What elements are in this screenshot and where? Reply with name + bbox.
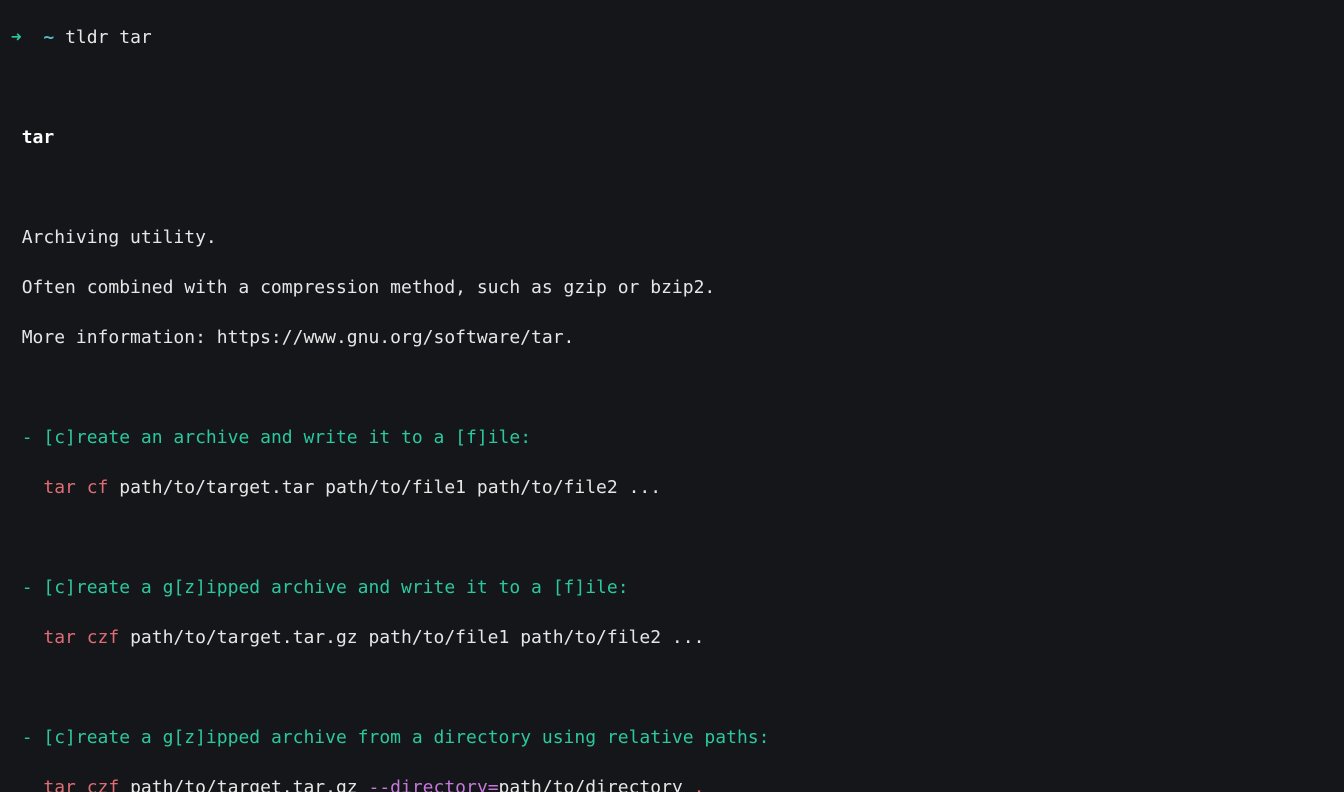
description-line: More information: https://www.gnu.org/so…: [0, 325, 1344, 350]
example-cmd: tar czf path/to/target.tar.gz --director…: [0, 775, 1344, 792]
prompt-cwd: ~: [43, 27, 54, 48]
example-cmd: tar czf path/to/target.tar.gz path/to/fi…: [0, 625, 1344, 650]
prompt-arrow-icon: ➜: [11, 27, 22, 48]
blank-line: [0, 525, 1344, 550]
example-desc: - [c]reate a g[z]ipped archive and write…: [0, 575, 1344, 600]
blank-line: [0, 375, 1344, 400]
page-title: tar: [0, 125, 1344, 150]
example-desc: - [c]reate an archive and write it to a …: [0, 425, 1344, 450]
blank-line: [0, 75, 1344, 100]
example-cmd: tar cf path/to/target.tar path/to/file1 …: [0, 475, 1344, 500]
blank-line: [0, 175, 1344, 200]
typed-command: tldr tar: [65, 27, 152, 48]
prompt-line[interactable]: ➜ ~ tldr tar: [0, 25, 1344, 50]
terminal-output[interactable]: ➜ ~ tldr tar tar Archiving utility. Ofte…: [0, 0, 1344, 792]
example-desc: - [c]reate a g[z]ipped archive from a di…: [0, 725, 1344, 750]
blank-line: [0, 675, 1344, 700]
description-line: Often combined with a compression method…: [0, 275, 1344, 300]
description-line: Archiving utility.: [0, 225, 1344, 250]
